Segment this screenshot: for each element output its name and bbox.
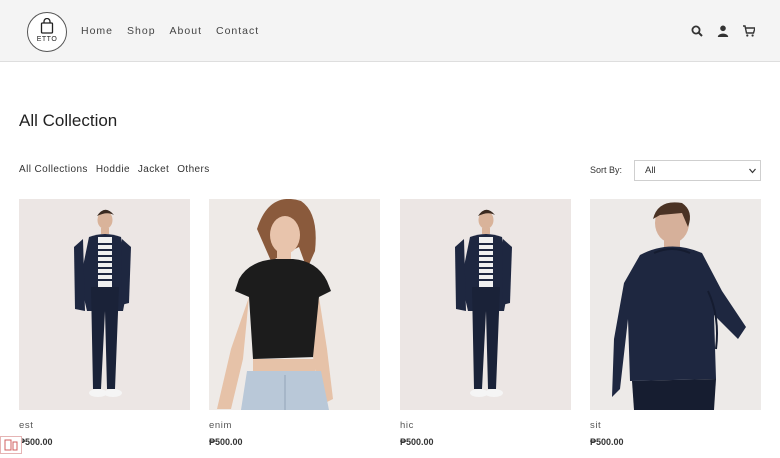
site-header: ETTO Home Shop About Contact [0,0,780,62]
product-photo [19,199,190,410]
widget-icon [4,439,18,451]
product-photo [590,199,761,410]
main-nav: Home Shop About Contact [81,25,259,38]
nav-contact[interactable]: Contact [216,25,259,38]
product-card[interactable]: sit ₱500.00 [590,199,761,448]
product-card[interactable]: enim ₱500.00 [209,199,380,448]
sort-select[interactable]: All [634,160,761,181]
product-name[interactable]: sit [590,420,761,432]
chevron-down-icon [749,168,756,174]
header-icons [691,25,755,37]
nav-shop[interactable]: Shop [127,25,156,38]
page-title: All Collection [19,111,118,130]
filter-hoddie[interactable]: Hoddie [96,164,130,176]
nav-home[interactable]: Home [81,25,113,38]
category-filters: All Collections Hoddie Jacket Others [19,164,210,176]
product-card[interactable]: est ₱500.00 [19,199,190,448]
product-photo [209,199,380,410]
product-name[interactable]: enim [209,420,380,432]
product-image[interactable] [400,199,571,410]
shopping-bag-icon [40,18,54,34]
product-photo [400,199,571,410]
product-price: ₱500.00 [209,437,243,447]
filter-others[interactable]: Others [177,164,209,176]
filter-jacket[interactable]: Jacket [138,164,169,176]
logo-text: ETTO [36,36,58,43]
product-image[interactable] [209,199,380,410]
product-price: ₱500.00 [400,437,434,447]
product-price: ₱500.00 [590,437,624,447]
product-price: ₱500.00 [19,437,53,447]
product-image[interactable] [590,199,761,410]
filter-all-collections[interactable]: All Collections [19,164,88,176]
product-card[interactable]: hic ₱500.00 [400,199,571,448]
product-name[interactable]: est [19,420,190,432]
logo[interactable]: ETTO [27,12,67,52]
product-image[interactable] [19,199,190,410]
sort-label: Sort By: [590,165,623,175]
product-name[interactable]: hic [400,420,571,432]
user-icon[interactable] [717,25,729,37]
sort-select-value: All [645,165,656,176]
search-icon[interactable] [691,25,703,37]
nav-about[interactable]: About [170,25,202,38]
cart-icon[interactable] [743,25,755,37]
corner-widget[interactable] [0,436,22,454]
